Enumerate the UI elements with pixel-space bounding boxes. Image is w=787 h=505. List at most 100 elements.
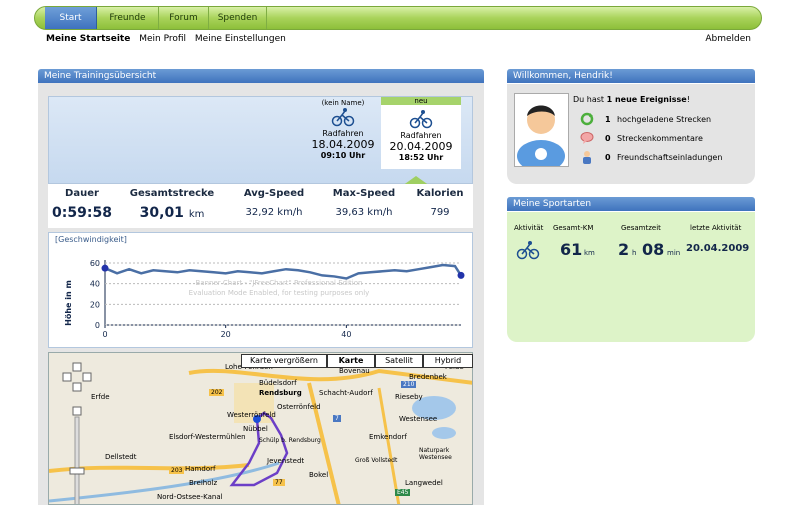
map-label: Rendsburg [259, 389, 302, 397]
map-label: Groß Vollstedt [355, 457, 398, 464]
bicycle-icon [331, 108, 355, 127]
route-map[interactable]: Lohe-Fönrden Büdelsdorf Schacht-Audorf B… [48, 352, 473, 505]
tab-forum[interactable]: Forum [159, 7, 209, 29]
activity-type: Radfahren [322, 129, 364, 138]
tab-spenden[interactable]: Spenden [209, 7, 267, 29]
map-label: Nübbel [243, 425, 268, 433]
chart-ylabel: Höhe in m [64, 280, 73, 326]
chart-y-tick: 60 [90, 259, 100, 268]
subnav-einstellungen[interactable]: Meine Einstellungen [195, 34, 286, 44]
road-number: 203 [169, 467, 185, 474]
road-number: E45 [395, 489, 411, 496]
map-label: Rieseby [395, 393, 423, 401]
logout-link[interactable]: Abmelden [705, 34, 751, 44]
activity-compare-bar: (kein Name) Radfahren 18.04.2009 09:10 U… [48, 96, 473, 184]
map-label: Osterrönfeld [277, 403, 321, 411]
activity-card[interactable]: (kein Name) Radfahren 18.04.2009 09:10 U… [303, 97, 383, 169]
stat-dauer: Dauer 0:59:58 [52, 188, 112, 221]
tab-start[interactable]: Start [45, 7, 97, 29]
map-label: Jevenstedt [267, 457, 305, 465]
stat-max-speed: Max-Speed 39,63 km/h [332, 188, 396, 218]
sports-panel-header: Meine Sportarten [507, 197, 755, 211]
map-label: Bredenbek [409, 373, 447, 381]
map-label: Hamdorf [185, 465, 216, 473]
activity-date: 20.04.2009 [389, 140, 453, 153]
chart-end-point [457, 271, 465, 279]
col-aktivitaet: Aktivität [514, 224, 544, 232]
map-label: Nord-Ostsee-Kanal [157, 493, 223, 501]
link-streckenkommentare[interactable]: Streckenkommentare [617, 134, 703, 143]
activity-time: 18:52 Uhr [398, 153, 444, 162]
friend-icon [583, 151, 591, 164]
welcome-message: Du hast 1 neue Ereignisse! [573, 95, 690, 104]
road-number: 202 [209, 389, 225, 396]
col-letzte-aktivitaet: letzte Aktivität [690, 224, 742, 232]
count-einladungen: 0 [605, 153, 611, 162]
chart-x-tick: 20 [221, 330, 231, 339]
count-strecken: 1 [605, 115, 611, 124]
map-label: Bokel [309, 471, 329, 479]
welcome-panel-header: Willkommen, Hendrik! [507, 69, 755, 83]
chart-y-tick: 0 [95, 321, 100, 330]
bicycle-icon [409, 110, 433, 129]
avatar[interactable] [514, 93, 569, 172]
sport-total-km: 61 [560, 240, 583, 259]
link-freundschaftseinladungen[interactable]: Freundschaftseinladungen [617, 153, 722, 162]
sport-last-activity: 20.04.2009 [686, 243, 750, 254]
link-hochgeladene-strecken[interactable]: hochgeladene Strecken [617, 115, 711, 124]
chart-x-tick: 0 [102, 330, 107, 339]
comment-bubble-icon [580, 132, 594, 144]
map-label: Emkendorf [369, 433, 407, 441]
sport-km-unit: km [584, 249, 595, 257]
activity-new-badge: neu [414, 97, 428, 105]
map-type-karte-button[interactable]: Karte [327, 354, 375, 368]
activity-card-selected[interactable]: neu Radfahren 20.04.2009 18:52 Uhr [381, 97, 461, 169]
subnav-profil[interactable]: Mein Profil [139, 34, 186, 44]
subnav-startseite[interactable]: Meine Startseite [46, 34, 130, 44]
user-avatar-icon [515, 94, 568, 172]
col-gesamtzeit: Gesamtzeit [621, 224, 661, 232]
speed-chart-svg: Höhe in m 0 20 40 60 0 20 40 Banner Chart - "J… [64, 259, 465, 339]
chart-start-point [101, 264, 109, 272]
map-label: Langwedel [405, 479, 443, 487]
map-label: Büdelsdorf [259, 379, 297, 387]
sport-minutes: 08 [642, 240, 665, 259]
map-label: Bovenau [339, 367, 370, 375]
refresh-icon [580, 112, 594, 126]
map-label: Breiholz [189, 479, 218, 487]
main-navigation: Start Freunde Forum Spenden [34, 6, 762, 30]
activity-type: Radfahren [400, 131, 442, 140]
activity-date: 18.04.2009 [311, 138, 375, 151]
speed-chart: [Geschwindigkeit] Höhe in m 0 20 40 60 0 20 40… [48, 232, 473, 348]
map-label: Naturpark Westensee [419, 447, 452, 461]
map-label: Elsdorf-Westermühlen [169, 433, 246, 441]
sport-min-unit: min [667, 249, 681, 257]
map-label: Schacht-Audorf [319, 389, 373, 397]
map-label: Westerrönfeld [227, 411, 276, 419]
road-number: 77 [273, 479, 285, 486]
road-number: 7 [333, 415, 341, 422]
stat-kalorien: Kalorien 799 [416, 188, 464, 218]
stat-avg-speed: Avg-Speed 32,92 km/h [243, 188, 305, 218]
chart-y-tick: 20 [90, 300, 100, 309]
training-stats: Dauer 0:59:58 Gesamtstrecke 30,01 km Avg… [48, 184, 473, 228]
sub-navigation: Meine Startseite Mein Profil Meine Einst… [46, 34, 292, 44]
map-label: Schülp b. Rendsburg [259, 437, 321, 444]
map-type-satellit-button[interactable]: Satellit [375, 354, 423, 368]
activity-time: 09:10 Uhr [320, 151, 366, 160]
chart-marks [101, 263, 465, 280]
count-kommentare: 0 [605, 134, 611, 143]
col-gesamt-km: Gesamt-KM [553, 224, 594, 232]
map-label: Erfde [91, 393, 110, 401]
chart-watermark: Evaluation Mode Enabled, for testing pur… [189, 289, 370, 297]
chart-x-tick: 40 [341, 330, 351, 339]
map-type-hybrid-button[interactable]: Hybrid [423, 354, 473, 368]
stat-gesamtstrecke: Gesamtstrecke 30,01 km [129, 188, 215, 221]
sport-hours: 2 [618, 240, 630, 259]
chart-watermark: Banner Chart - "JFreeChart" Professional… [196, 279, 363, 287]
tab-freunde[interactable]: Freunde [97, 7, 159, 29]
training-panel-header: Meine Trainingsübersicht [38, 69, 484, 83]
enlarge-map-button[interactable]: Karte vergrößern [241, 354, 327, 368]
chart-y-tick: 40 [90, 280, 100, 289]
map-label: Westensee [399, 415, 438, 423]
